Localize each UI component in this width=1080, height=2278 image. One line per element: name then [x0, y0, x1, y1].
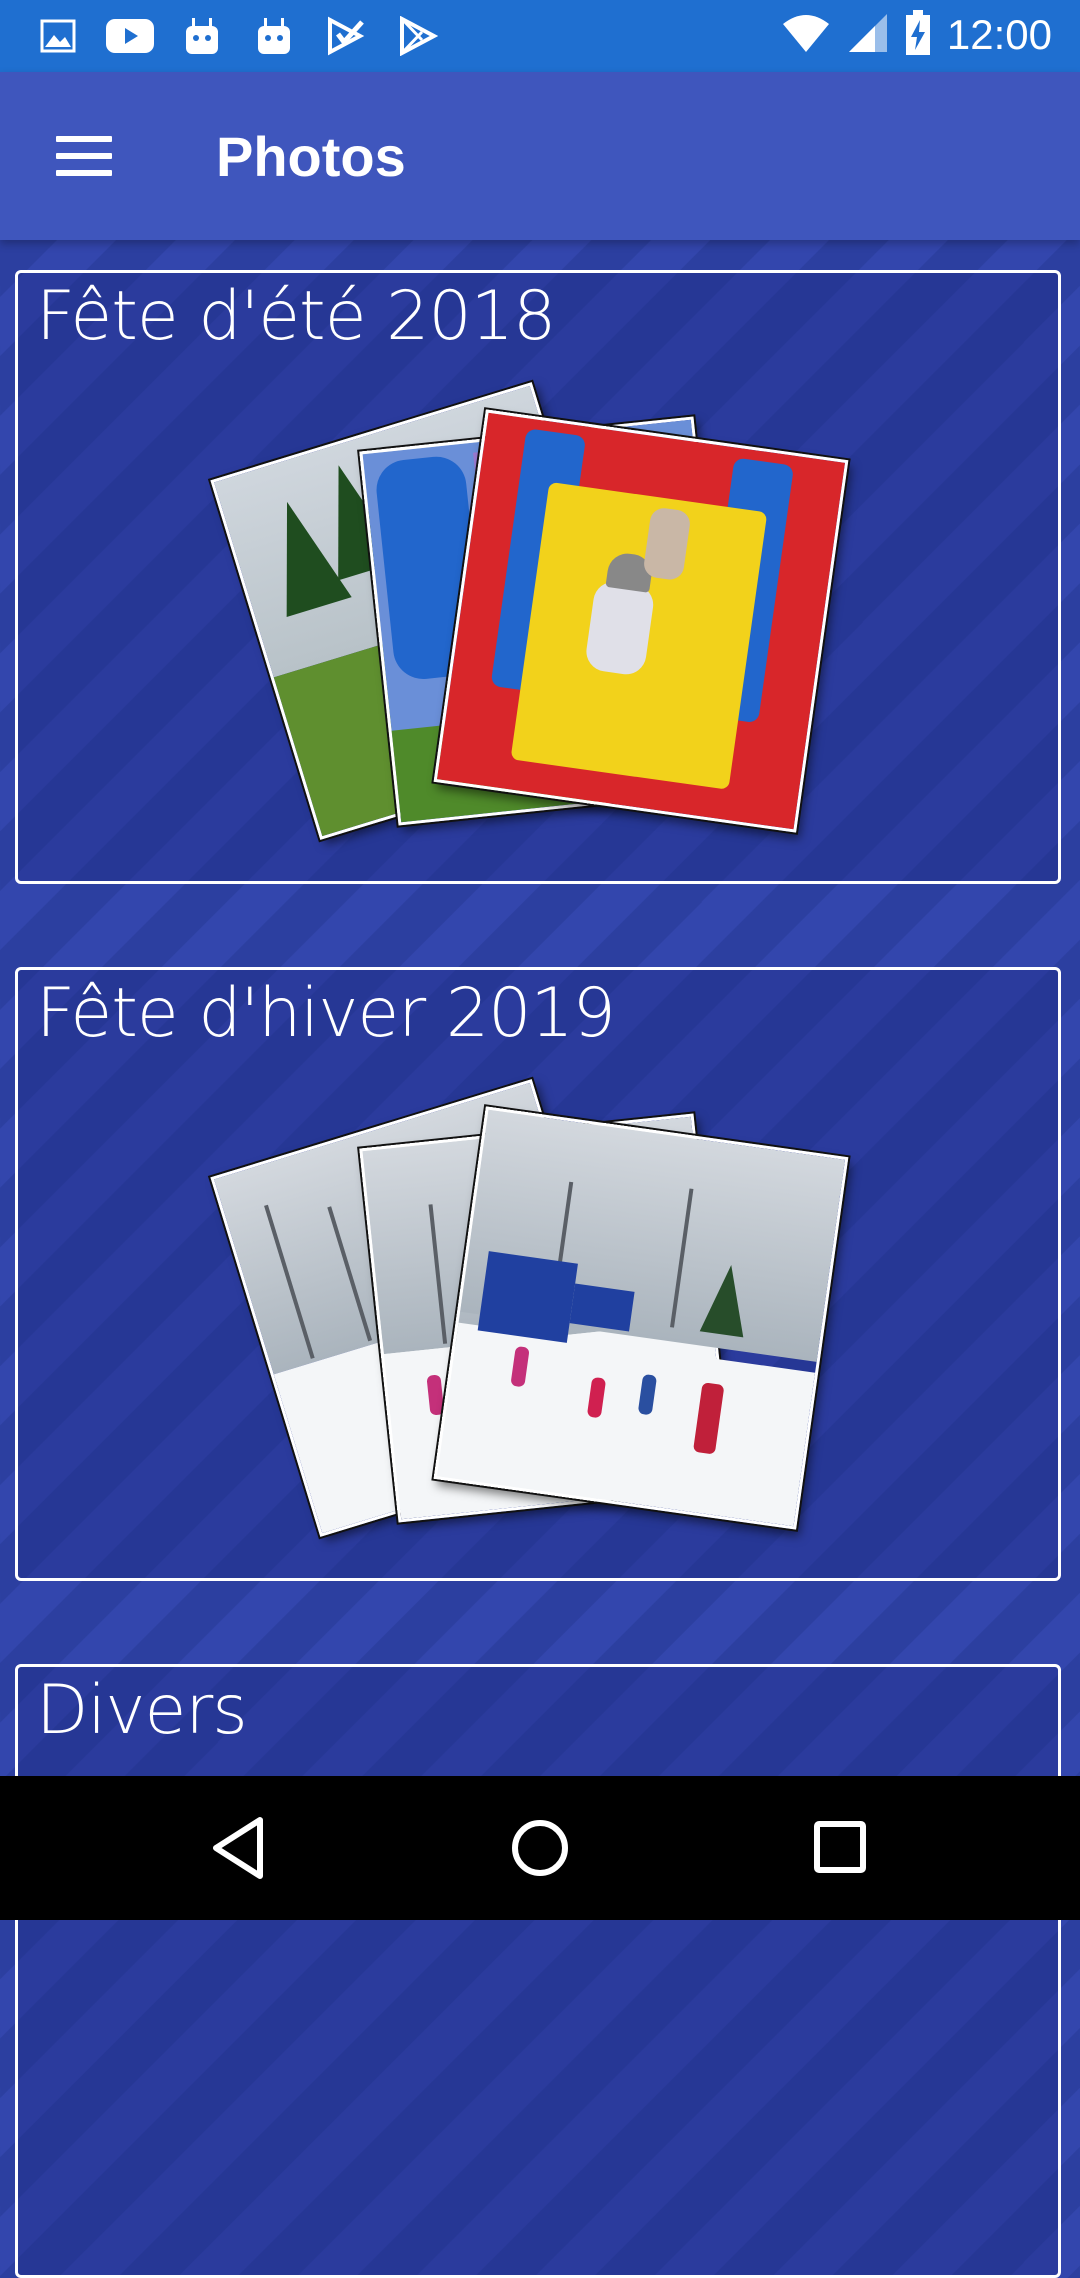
gallery-icon: [34, 14, 82, 58]
system-indicators: 12:00: [781, 10, 1052, 60]
app-bar: Photos: [0, 72, 1080, 240]
android-icon: [250, 14, 298, 58]
youtube-icon: [106, 14, 154, 58]
album-title: Divers: [36, 1671, 248, 1750]
home-button[interactable]: [495, 1812, 585, 1884]
recents-button[interactable]: [795, 1812, 885, 1884]
wifi-icon: [781, 12, 831, 58]
navigation-bar: [0, 1776, 1080, 1920]
back-icon: [213, 1817, 263, 1879]
play-store-icon: [394, 14, 442, 58]
recents-icon: [814, 1821, 866, 1873]
photo-thumbnail: [433, 409, 849, 833]
status-bar: 12:00: [0, 0, 1080, 72]
photo-stack: [18, 273, 1058, 881]
album-card-misc[interactable]: Divers: [15, 1664, 1061, 2278]
album-card-winter[interactable]: Fête d'hiver 2019: [15, 967, 1061, 1581]
back-button[interactable]: [198, 1812, 288, 1884]
clock: 12:00: [946, 11, 1052, 58]
signal-icon: [847, 12, 889, 58]
page-title: Photos: [216, 125, 406, 188]
photo-stack: [18, 970, 1058, 1578]
menu-button[interactable]: [40, 124, 130, 188]
android-icon: [178, 14, 226, 58]
check-play-icon: [322, 14, 370, 58]
notification-icons: [34, 14, 442, 58]
battery-charging-icon: [905, 10, 931, 60]
photo-thumbnail: [433, 1106, 849, 1530]
home-icon: [512, 1820, 568, 1876]
album-card-summer[interactable]: Fête d'été 2018: [15, 270, 1061, 884]
